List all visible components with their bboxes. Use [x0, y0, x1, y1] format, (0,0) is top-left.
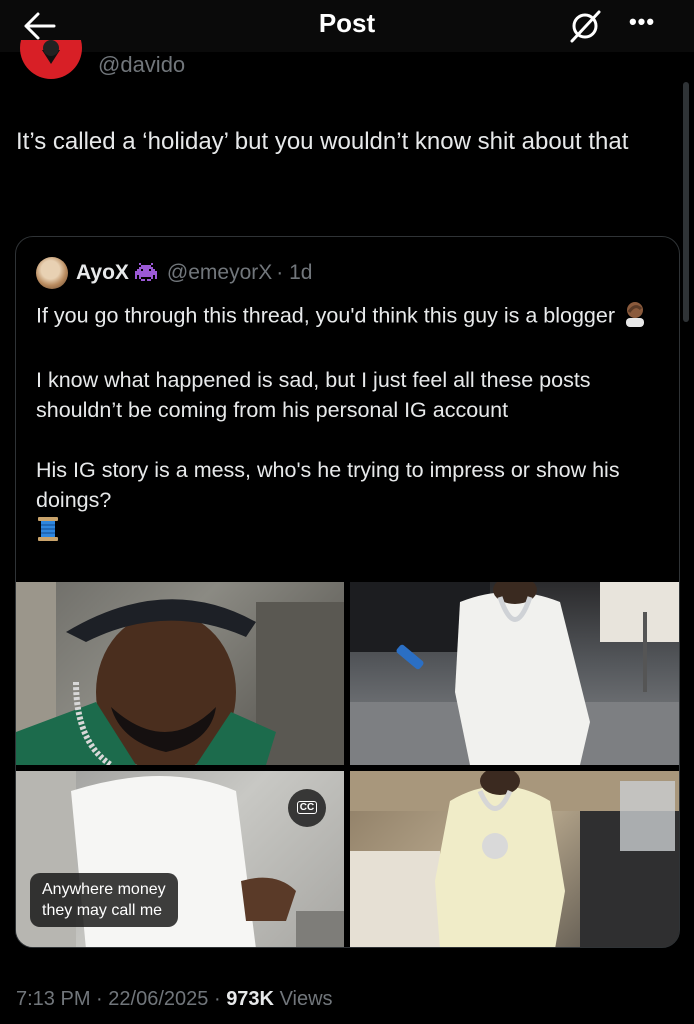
quoted-post[interactable]: AyoX @emeyorX · 1d If you go through thi… — [15, 236, 680, 948]
grok-icon[interactable] — [566, 8, 606, 44]
more-horizontal-icon[interactable]: ••• — [622, 4, 662, 44]
video-caption-text: Anywhere money they may call me — [42, 881, 166, 919]
quoted-author-avatar[interactable] — [36, 257, 68, 289]
spool-of-thread-emoji — [36, 515, 60, 551]
views-label: Views — [279, 988, 333, 1010]
closed-captions-label: CC — [296, 801, 318, 814]
top-bar: Post ••• — [0, 0, 694, 52]
person-facepalming-emoji — [621, 299, 649, 335]
meta-separator: · — [213, 988, 221, 1010]
quoted-post-text: If you go through this thread, you'd thi… — [36, 299, 666, 551]
alien-monster-icon — [134, 263, 157, 283]
author-handle[interactable]: @davido — [98, 52, 185, 78]
post-meta: 7:13 PM · 22/06/2025 · 973K Views — [16, 988, 333, 1011]
video-caption: Anywhere money they may call me — [30, 873, 178, 927]
quoted-author-name[interactable]: AyoX — [76, 261, 129, 285]
quoted-text-line3: His IG story is a mess, who's he trying … — [36, 458, 626, 512]
quoted-text-line2: I know what happened is sad, but I just … — [36, 368, 597, 422]
post-time: 7:13 PM — [16, 988, 91, 1010]
quoted-post-time: · 1d — [276, 261, 313, 284]
quoted-author-handle[interactable]: @emeyorX — [167, 261, 272, 285]
post-date: 22/06/2025 — [108, 988, 209, 1010]
quoted-post-header: AyoX @emeyorX · 1d — [36, 257, 312, 289]
media-photo-2[interactable] — [350, 582, 679, 765]
meta-separator: · — [96, 988, 103, 1010]
scrollbar[interactable] — [683, 82, 689, 322]
media-photo-4[interactable] — [350, 771, 679, 947]
media-photo-1[interactable] — [16, 582, 344, 765]
media-video[interactable]: CC Anywhere money they may call me — [16, 771, 344, 947]
views-count[interactable]: 973K — [226, 988, 274, 1010]
media-grid: CC Anywhere money they may call me — [16, 582, 679, 947]
post-text: It’s called a ‘holiday’ but you wouldn’t… — [16, 128, 629, 155]
closed-captions-button[interactable]: CC — [288, 789, 326, 827]
quoted-text-line1: If you go through this thread, you'd thi… — [36, 303, 615, 328]
author-avatar[interactable] — [20, 40, 82, 86]
